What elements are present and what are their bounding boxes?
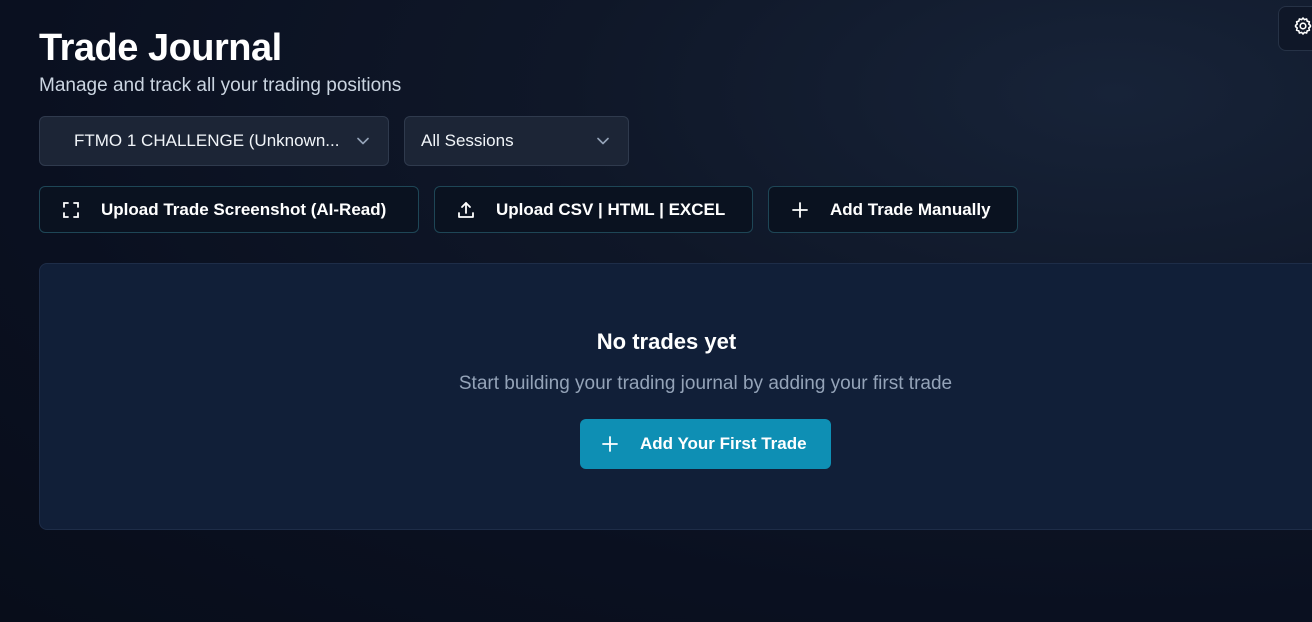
- empty-state-title: No trades yet: [596, 329, 737, 354]
- scan-icon: [61, 200, 81, 220]
- chevron-down-icon: [596, 134, 610, 148]
- account-select[interactable]: FTMO 1 CHALLENGE (Unknown...: [39, 116, 389, 166]
- add-trade-manually-button[interactable]: Add Trade Manually: [768, 186, 1018, 233]
- upload-screenshot-button[interactable]: Upload Trade Screenshot (AI-Read): [39, 186, 419, 233]
- empty-state-description: Start building your trading journal by a…: [458, 373, 953, 394]
- page-subtitle: Manage and track all your trading positi…: [39, 75, 402, 96]
- gear-icon: [1293, 16, 1312, 41]
- plus-icon: [600, 434, 620, 454]
- add-first-trade-button[interactable]: Add Your First Trade: [580, 419, 831, 469]
- add-trade-manually-label: Add Trade Manually: [830, 199, 991, 219]
- plus-icon: [790, 200, 810, 220]
- settings-button[interactable]: [1278, 6, 1312, 51]
- session-select-value: All Sessions: [421, 131, 514, 150]
- upload-icon: [456, 200, 476, 220]
- upload-screenshot-label: Upload Trade Screenshot (AI-Read): [101, 199, 387, 219]
- upload-file-button[interactable]: Upload CSV | HTML | EXCEL: [434, 186, 753, 233]
- empty-state-panel: [39, 263, 1312, 530]
- session-select[interactable]: All Sessions: [404, 116, 629, 166]
- upload-file-label: Upload CSV | HTML | EXCEL: [496, 199, 726, 219]
- chevron-down-icon: [356, 134, 370, 148]
- add-first-trade-label: Add Your First Trade: [640, 434, 807, 453]
- account-select-value: FTMO 1 CHALLENGE (Unknown...: [74, 131, 340, 150]
- page-title: Trade Journal: [39, 27, 282, 69]
